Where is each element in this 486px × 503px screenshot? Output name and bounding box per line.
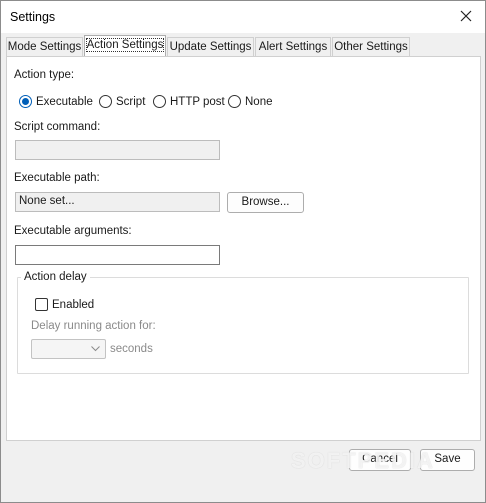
tab-label: Alert Settings (258, 41, 328, 53)
script-command-input[interactable] (15, 140, 220, 160)
action-type-label: Action type: (14, 69, 75, 81)
tab-label: Other Settings (334, 41, 408, 53)
executable-arguments-input[interactable] (15, 245, 220, 265)
script-command-label: Script command: (14, 121, 101, 133)
tab-label: Action Settings (85, 38, 165, 52)
tab-label: Mode Settings (7, 41, 82, 53)
cancel-button[interactable]: Cancel (349, 449, 411, 471)
tab-alert-settings[interactable]: Alert Settings (255, 37, 331, 56)
tab-mode-settings[interactable]: Mode Settings (6, 37, 83, 56)
radio-script[interactable]: Script (99, 95, 145, 108)
tab-label: Update Settings (169, 41, 252, 53)
tab-update-settings[interactable]: Update Settings (167, 37, 254, 56)
executable-arguments-label: Executable arguments: (14, 225, 132, 237)
radio-label: Script (116, 95, 146, 108)
radio-button[interactable] (19, 95, 32, 108)
radio-button[interactable] (228, 95, 241, 108)
settings-window: Settings Mode Settings Action Settings U… (0, 0, 486, 503)
radio-label: HTTP post (170, 95, 225, 108)
tab-action-settings[interactable]: Action Settings (84, 35, 166, 56)
seconds-unit-label: seconds (110, 343, 153, 355)
save-button[interactable]: Save (420, 449, 475, 471)
radio-button[interactable] (99, 95, 112, 108)
radio-button[interactable] (153, 95, 166, 108)
delay-dropdown[interactable] (31, 339, 106, 359)
radio-http-post[interactable]: HTTP post (153, 95, 225, 108)
radio-executable[interactable]: Executable (19, 95, 93, 108)
close-icon (460, 10, 472, 22)
enabled-checkbox-row[interactable]: Enabled (35, 298, 94, 311)
delay-running-label: Delay running action for: (31, 320, 156, 332)
tab-other-settings[interactable]: Other Settings (332, 37, 410, 56)
enabled-checkbox[interactable] (35, 298, 48, 311)
radio-label: None (245, 95, 273, 108)
close-button[interactable] (447, 1, 485, 31)
radio-none[interactable]: None (228, 95, 273, 108)
enabled-label: Enabled (52, 298, 95, 311)
chevron-down-icon (91, 346, 100, 352)
executable-path-field[interactable]: None set... (15, 192, 220, 212)
radio-label: Executable (36, 95, 93, 108)
executable-path-label: Executable path: (14, 172, 100, 184)
title-bar: Settings (1, 1, 485, 33)
action-delay-group-title: Action delay (21, 271, 90, 283)
browse-button[interactable]: Browse... (227, 192, 304, 213)
window-title: Settings (10, 10, 56, 24)
